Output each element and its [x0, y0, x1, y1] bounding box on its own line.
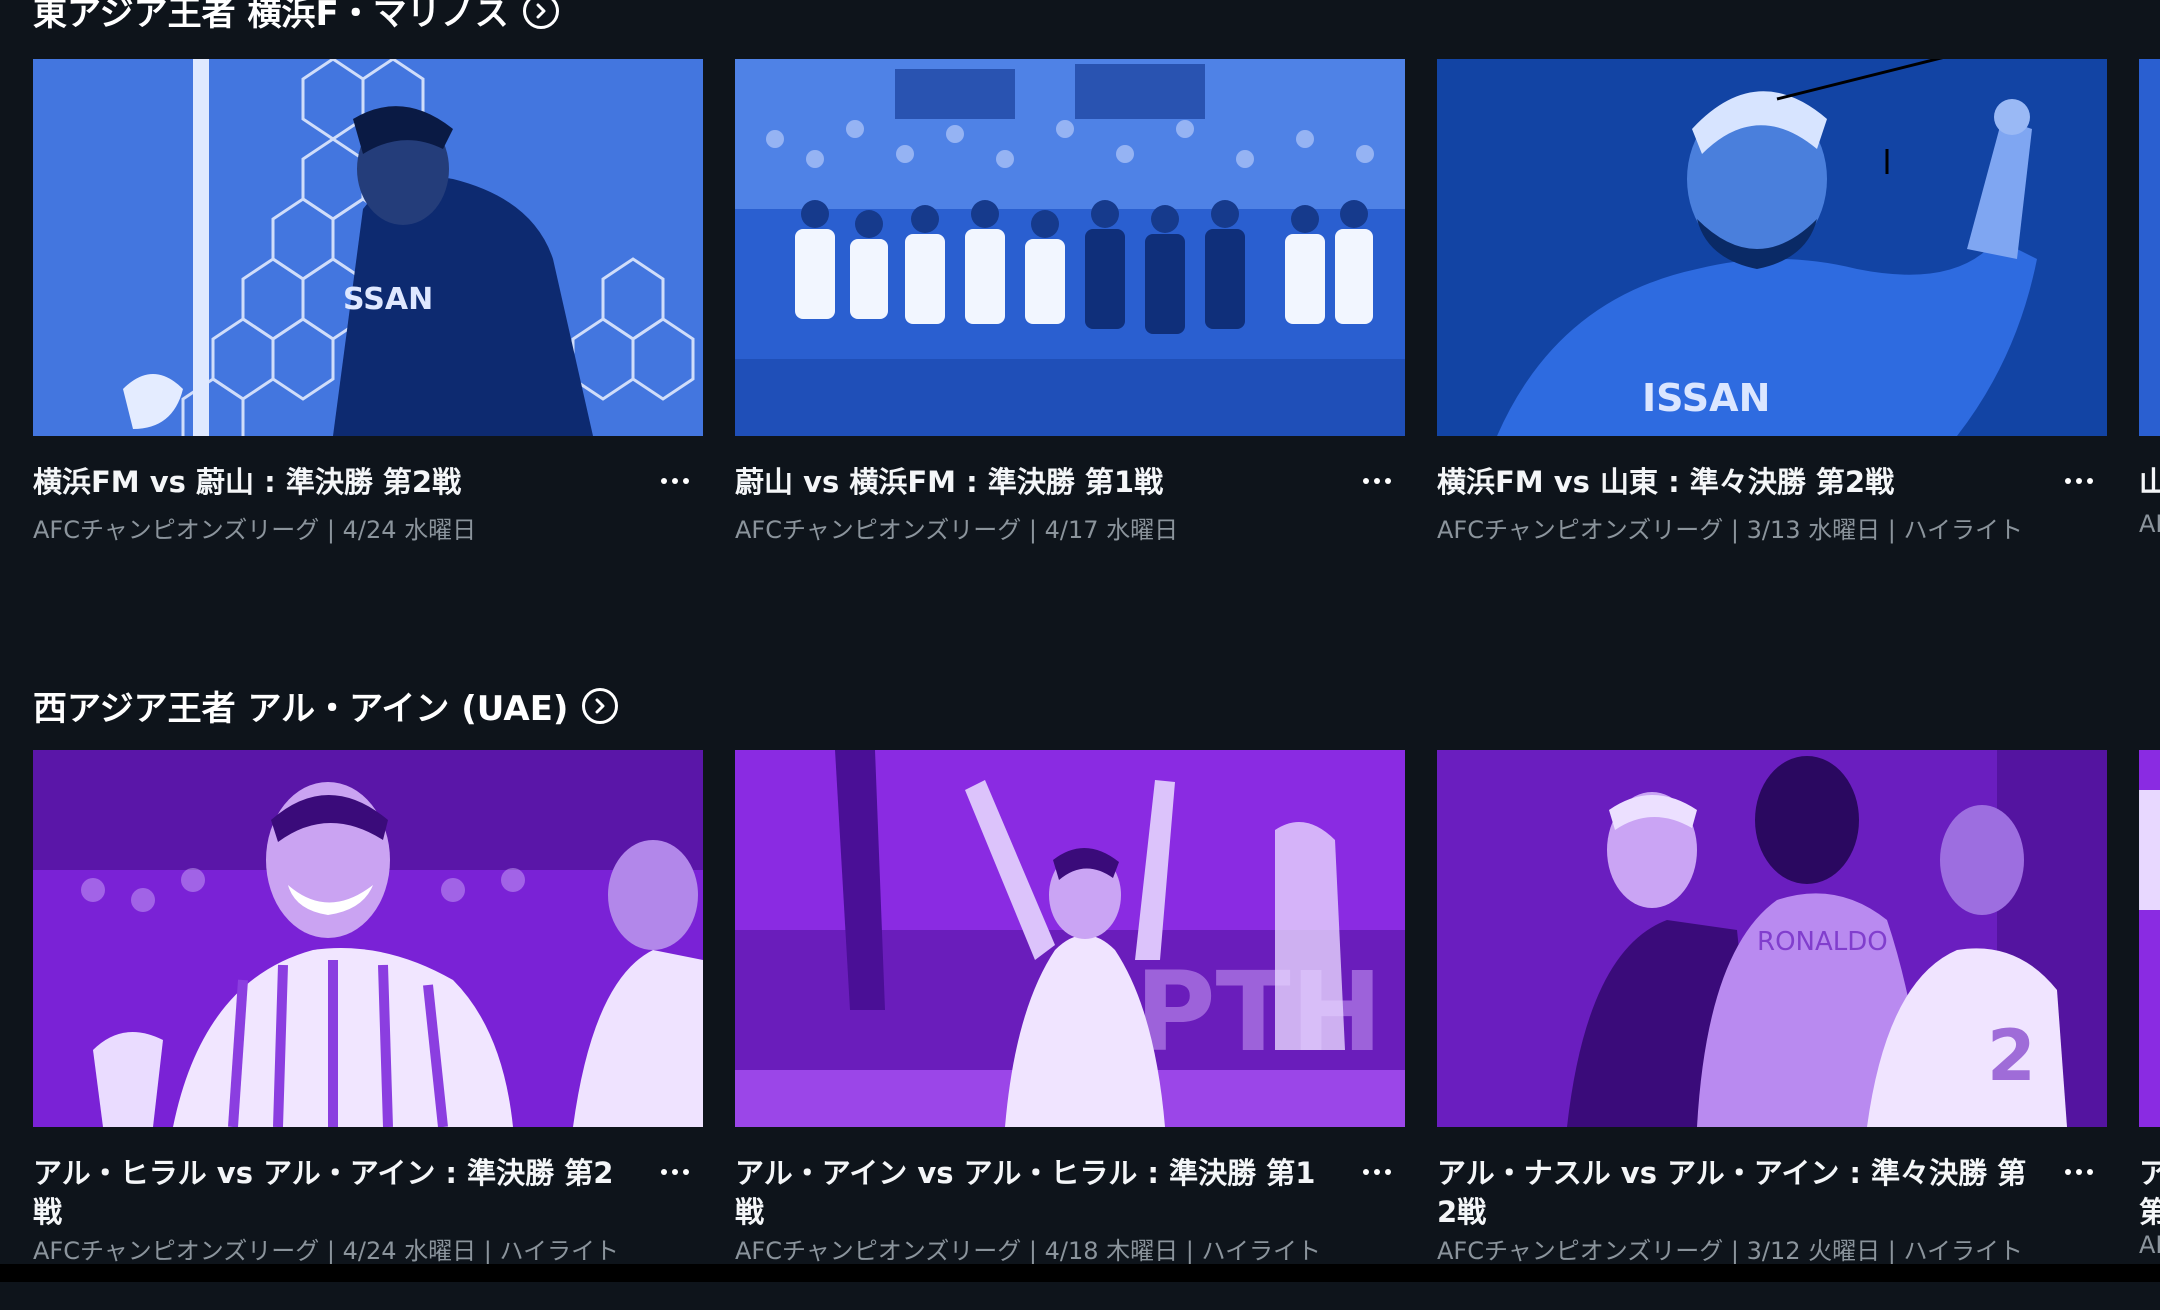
video-title[interactable]: ア 第	[2139, 1154, 2160, 1232]
video-thumbnail[interactable]: ISSAN	[1437, 59, 2107, 436]
svg-text:PTH: PTH	[1135, 948, 1383, 1076]
video-caption: 山 AF	[2139, 436, 2160, 616]
section-title: 東アジア王者 横浜F・マリノス	[33, 0, 509, 34]
video-title[interactable]: アル・ヒラル vs アル・アイン : 準決勝 第2戦	[33, 1154, 623, 1232]
video-thumbnail[interactable]	[2139, 750, 2160, 1127]
chevron-right-circle-icon[interactable]	[582, 687, 619, 724]
more-horizontal-icon[interactable]	[655, 1157, 695, 1187]
video-title[interactable]: 山	[2139, 463, 2160, 502]
video-meta: AF	[2139, 1231, 2160, 1259]
carousel-row: アル・ヒラル vs アル・アイン : 準決勝 第2戦 AFCチャンピオンズリーグ…	[0, 750, 2160, 1310]
video-caption: 横浜FM vs 蔚山 : 準決勝 第2戦 AFCチャンピオンズリーグ | 4/2…	[33, 436, 703, 616]
bottom-edge	[0, 1264, 2160, 1282]
video-meta: AFCチャンピオンズリーグ | 3/12 火曜日 | ハイライト	[1437, 1237, 2023, 1265]
section-title-link[interactable]: 西アジア王者 アル・アイン (UAE)	[33, 681, 619, 730]
carousel-row: SSAN 横浜FM vs 蔚山 : 準決勝 第2戦 AFCチャンピオンズリーグ …	[0, 59, 2160, 619]
more-horizontal-icon[interactable]	[1357, 1157, 1397, 1187]
video-meta: AFCチャンピオンズリーグ | 4/24 水曜日 | ハイライト	[33, 1237, 619, 1265]
more-horizontal-icon[interactable]	[2059, 1157, 2099, 1187]
chevron-right-circle-icon[interactable]	[522, 0, 559, 29]
section-title: 西アジア王者 アル・アイン (UAE)	[33, 689, 569, 729]
video-title[interactable]: 横浜FM vs 蔚山 : 準決勝 第2戦	[33, 463, 623, 502]
video-thumbnail[interactable]	[2139, 59, 2160, 436]
video-thumbnail[interactable]: SSAN	[33, 59, 703, 436]
svg-text:RONALDO: RONALDO	[1757, 927, 1888, 957]
video-caption: 蔚山 vs 横浜FM : 準決勝 第1戦 AFCチャンピオンズリーグ | 4/1…	[735, 436, 1405, 616]
more-horizontal-icon[interactable]	[655, 466, 695, 496]
video-meta: AFCチャンピオンズリーグ | 4/18 木曜日 | ハイライト	[735, 1237, 1321, 1265]
video-title[interactable]: 蔚山 vs 横浜FM : 準決勝 第1戦	[735, 463, 1325, 502]
video-caption: 横浜FM vs 山東 : 準々決勝 第2戦 AFCチャンピオンズリーグ | 3/…	[1437, 436, 2107, 616]
section-title-link[interactable]: 東アジア王者 横浜F・マリノス	[33, 0, 559, 35]
video-title[interactable]: アル・ナスル vs アル・アイン : 準々決勝 第2戦	[1437, 1154, 2027, 1232]
svg-text:ISSAN: ISSAN	[1642, 376, 1770, 420]
video-meta: AFCチャンピオンズリーグ | 3/13 水曜日 | ハイライト	[1437, 516, 2023, 544]
more-horizontal-icon[interactable]	[1357, 466, 1397, 496]
video-meta: AF	[2139, 510, 2160, 538]
video-thumbnail[interactable]	[33, 750, 703, 1127]
video-thumbnail[interactable]	[735, 59, 1405, 436]
video-title[interactable]: 横浜FM vs 山東 : 準々決勝 第2戦	[1437, 463, 2027, 502]
svg-text:2: 2	[1987, 1015, 2036, 1097]
video-title[interactable]: アル・アイン vs アル・ヒラル : 準決勝 第1戦	[735, 1154, 1325, 1232]
svg-text:SSAN: SSAN	[343, 282, 433, 317]
video-meta: AFCチャンピオンズリーグ | 4/17 水曜日	[735, 516, 1179, 544]
video-thumbnail[interactable]: PTH	[735, 750, 1405, 1127]
video-thumbnail[interactable]: RONALDO 2	[1437, 750, 2107, 1127]
more-horizontal-icon[interactable]	[2059, 466, 2099, 496]
video-meta: AFCチャンピオンズリーグ | 4/24 水曜日	[33, 516, 477, 544]
